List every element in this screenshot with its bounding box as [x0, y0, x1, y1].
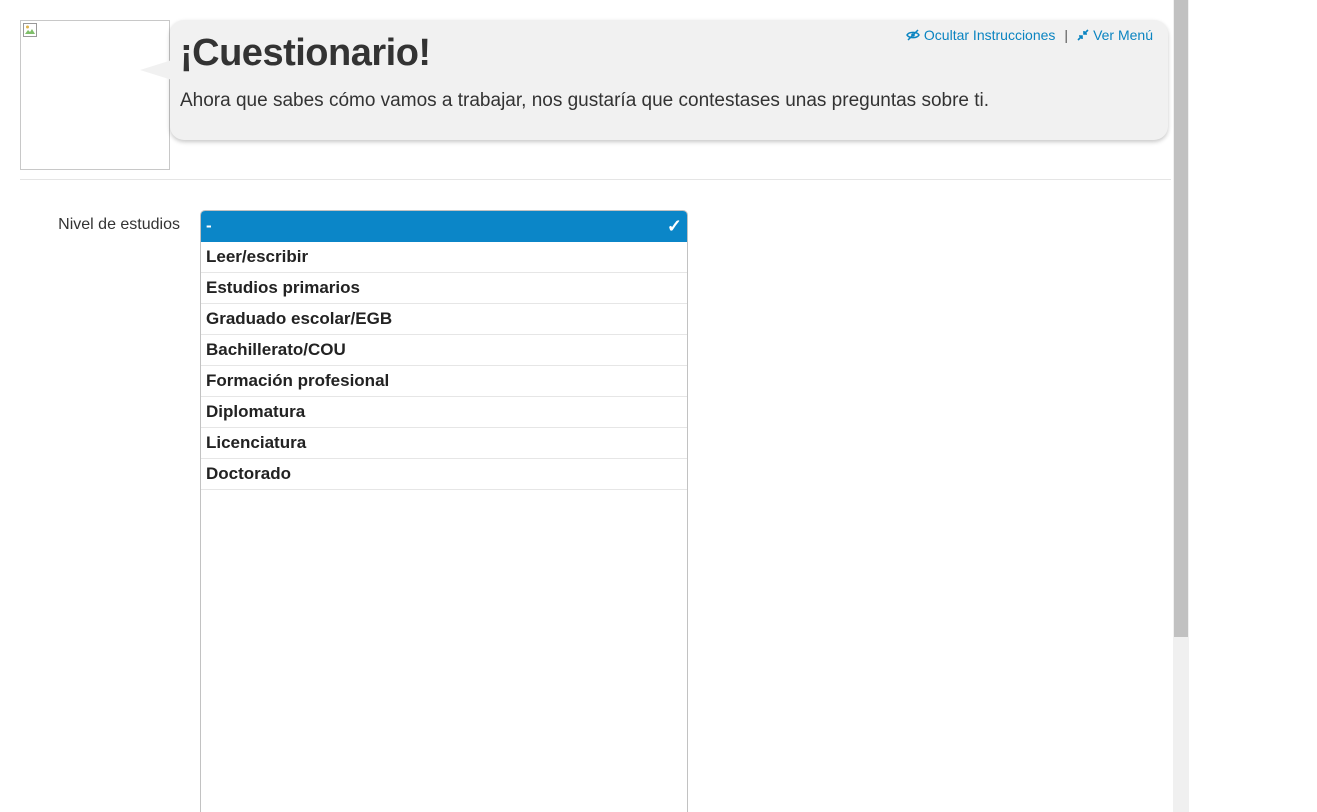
- listbox-option[interactable]: Formación profesional: [201, 366, 687, 397]
- top-links: Ocultar Instrucciones | Ver Menú: [906, 27, 1153, 43]
- option-label: Licenciatura: [206, 433, 307, 452]
- page-title: ¡Cuestionario!: [180, 32, 431, 74]
- listbox-option[interactable]: - ✓: [201, 211, 687, 242]
- listbox-option[interactable]: Licenciatura: [201, 428, 687, 459]
- listbox-option[interactable]: Graduado escolar/EGB: [201, 304, 687, 335]
- education-level-label: Nivel de estudios: [58, 216, 180, 233]
- view-menu-label: Ver Menú: [1093, 27, 1153, 43]
- scrollbar-thumb[interactable]: [1174, 0, 1188, 637]
- listbox-option[interactable]: Bachillerato/COU: [201, 335, 687, 366]
- compress-arrows-icon: [1077, 29, 1089, 41]
- listbox-option[interactable]: Estudios primarios: [201, 273, 687, 304]
- listbox-option[interactable]: Leer/escribir: [201, 242, 687, 273]
- broken-image-icon: [23, 23, 37, 37]
- option-label: Bachillerato/COU: [206, 340, 346, 359]
- hide-instructions-link[interactable]: Ocultar Instrucciones: [906, 27, 1056, 43]
- option-label: Formación profesional: [206, 371, 390, 390]
- instructions-text: Ahora que sabes cómo vamos a trabajar, n…: [180, 90, 990, 111]
- page: Ocultar Instrucciones | Ver Menú ¡Cuesti…: [0, 0, 1317, 812]
- option-label: Diplomatura: [206, 402, 306, 421]
- bubble-tail: [140, 60, 172, 80]
- option-label: Estudios primarios: [206, 278, 360, 297]
- checkmark-icon: ✓: [666, 216, 682, 236]
- option-label: Leer/escribir: [206, 247, 309, 266]
- option-label: Doctorado: [206, 464, 291, 483]
- option-label: -: [206, 216, 212, 235]
- view-menu-link[interactable]: Ver Menú: [1077, 27, 1153, 43]
- eye-slash-icon: [906, 29, 920, 41]
- hide-instructions-label: Ocultar Instrucciones: [923, 27, 1056, 43]
- listbox-option[interactable]: Diplomatura: [201, 397, 687, 428]
- avatar-image: [20, 20, 170, 170]
- education-level-listbox[interactable]: - ✓ Leer/escribir Estudios primarios Graduad…: [200, 210, 688, 812]
- option-label: Graduado escolar/EGB: [206, 309, 393, 328]
- instructions-bubble: Ocultar Instrucciones | Ver Menú ¡Cuesti…: [140, 20, 1168, 140]
- links-separator: |: [1064, 27, 1069, 43]
- section-divider: [20, 179, 1171, 180]
- listbox-option[interactable]: Doctorado: [201, 459, 687, 490]
